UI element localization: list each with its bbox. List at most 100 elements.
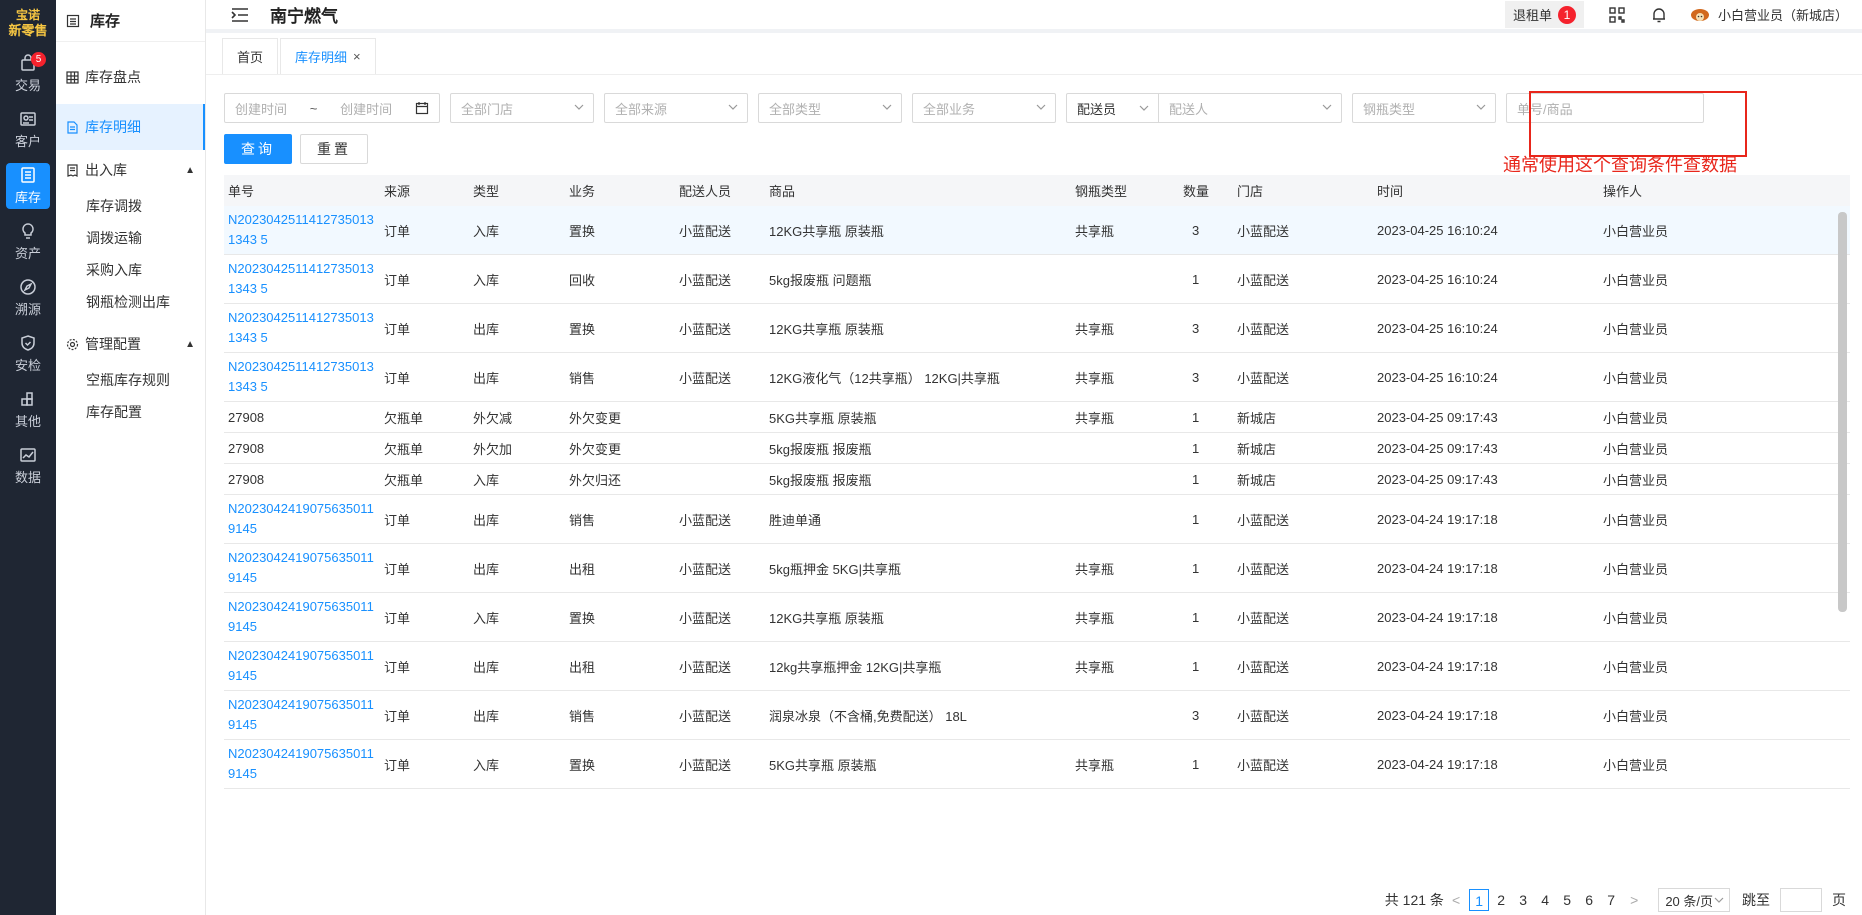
- rail-item-other[interactable]: 其他: [0, 382, 56, 438]
- order-number-cell[interactable]: N20230424190756350119145: [224, 597, 374, 637]
- table-cell: 小白营业员: [1603, 321, 1669, 337]
- table-cell: 小白营业员: [1603, 370, 1669, 386]
- order-number-cell[interactable]: N20230425114127350131343 5: [224, 308, 374, 348]
- sidebar-group-config[interactable]: 管理配置 ▲: [56, 324, 205, 364]
- sidebar-item-stocktake[interactable]: 库存盘点: [56, 54, 205, 100]
- table-row[interactable]: N20230425114127350131343 5 订单 入库 回收 小蓝配送 5kg报…: [224, 255, 1850, 304]
- table-row[interactable]: N20230424190756350119145 订单 出库 出租 小蓝配送 12kg共享…: [224, 642, 1850, 691]
- page-size-value: 20 条/页: [1665, 893, 1713, 909]
- rail-item-assets[interactable]: 资产: [0, 214, 56, 270]
- tab-stock-detail[interactable]: 库存明细 ×: [280, 38, 376, 74]
- courier-type-select[interactable]: 配送员: [1067, 94, 1159, 122]
- reset-button[interactable]: 重置: [300, 134, 368, 164]
- cylinder-type-select[interactable]: 钢瓶类型: [1352, 93, 1496, 123]
- table-cell: 共享瓶: [1075, 321, 1115, 337]
- table-cell: 2023-04-25 16:10:24: [1377, 271, 1498, 287]
- sidebar-subitem[interactable]: 采购入库: [56, 254, 205, 286]
- sidebar-subitem[interactable]: 空瓶库存规则: [56, 364, 205, 396]
- bell-icon[interactable]: [1650, 6, 1668, 24]
- type-select[interactable]: 全部类型: [758, 93, 902, 123]
- user-menu[interactable]: 小白营业员（新城店）: [1690, 5, 1848, 24]
- table-row[interactable]: N20230424190756350119145 订单 出库 销售 小蓝配送 润泉冰泉（不…: [224, 691, 1850, 740]
- store-select[interactable]: 全部门店: [450, 93, 594, 123]
- order-number-cell[interactable]: N20230424190756350119145: [224, 646, 374, 686]
- rail-item-safety[interactable]: 安检: [0, 326, 56, 382]
- column-header: 操作人: [1603, 184, 1643, 199]
- rail-item-trace[interactable]: 溯源: [0, 270, 56, 326]
- menu-fold-icon[interactable]: [230, 7, 250, 23]
- date-range-picker[interactable]: 创建时间 ~ 创建时间: [224, 93, 440, 123]
- prev-page-icon[interactable]: <: [1452, 892, 1460, 908]
- query-button[interactable]: 查询: [224, 134, 292, 164]
- annotation-highlight-box: [1529, 91, 1747, 157]
- table-cell: 小白营业员: [1603, 512, 1669, 528]
- tab-home[interactable]: 首页: [222, 38, 279, 74]
- order-number-cell[interactable]: N20230424190756350119145: [224, 548, 374, 588]
- courier-select[interactable]: 配送人: [1159, 94, 1341, 122]
- table-cell: 小白营业员: [1603, 561, 1669, 577]
- table-cell: 小蓝配送: [1237, 370, 1290, 386]
- rail-item-trade[interactable]: 5 交易: [0, 46, 56, 102]
- stock-detail-table: 单号 来源 类型 业务 配送人员 商品 钢瓶类型 数量 门店 时间 操作人 N2…: [224, 175, 1850, 871]
- refund-orders-button[interactable]: 退租单 1: [1504, 1, 1584, 28]
- sidebar-subitem[interactable]: 库存调拨: [56, 190, 205, 222]
- close-icon[interactable]: ×: [353, 49, 361, 64]
- table-cell: 1: [1192, 471, 1200, 487]
- table-row[interactable]: N20230425114127350131343 5 订单 出库 销售 小蓝配送 12KG…: [224, 353, 1850, 402]
- page-number[interactable]: 1: [1469, 889, 1490, 911]
- chevron-down-icon: [574, 104, 584, 110]
- rail-item-data[interactable]: 数据: [0, 438, 56, 494]
- bulb-icon: [22, 223, 34, 239]
- page-number[interactable]: 4: [1535, 889, 1555, 911]
- table-row[interactable]: 27908 欠瓶单 入库 外欠归还 5kg报废瓶 报废瓶 1 新城店 2023-04-25 0…: [224, 464, 1850, 495]
- table-row[interactable]: 27908 欠瓶单 外欠减 外欠变更 5KG共享瓶 原装瓶 共享瓶 1 新城店 2023-04-…: [224, 402, 1850, 433]
- table-cell: 订单: [384, 610, 411, 626]
- sidebar-subitem[interactable]: 库存配置: [56, 396, 205, 428]
- table-cell: 3: [1192, 222, 1200, 238]
- order-number-cell[interactable]: N20230425114127350131343 5: [224, 357, 374, 397]
- page-number[interactable]: 7: [1601, 889, 1621, 911]
- table-row[interactable]: N20230424190756350119145 订单 出库 销售 小蓝配送 胜迪单通 1 小…: [224, 495, 1850, 544]
- calendar-icon: [415, 102, 429, 115]
- table-cell: 订单: [384, 223, 411, 239]
- page-number[interactable]: 6: [1579, 889, 1599, 911]
- jump-page-input[interactable]: [1780, 888, 1822, 912]
- table-row[interactable]: 27908 欠瓶单 外欠加 外欠变更 5kg报废瓶 报废瓶 1 新城店 2023-04-25 …: [224, 433, 1850, 464]
- logo-subtext: 新零售: [8, 23, 48, 38]
- sidebar-item-stock-detail[interactable]: 库存明细: [56, 104, 205, 150]
- table-cell: 小蓝配送: [679, 370, 732, 386]
- table-row[interactable]: N20230425114127350131343 5 订单 出库 置换 小蓝配送 12KG…: [224, 304, 1850, 353]
- rail-item-customer[interactable]: 客户: [0, 102, 56, 158]
- page-number[interactable]: 5: [1557, 889, 1577, 911]
- page-number[interactable]: 2: [1491, 889, 1511, 911]
- table-scrollbar[interactable]: [1838, 212, 1847, 612]
- rail-label: 数据: [14, 470, 41, 485]
- page-size-select[interactable]: 20 条/页: [1658, 888, 1730, 912]
- order-number-cell[interactable]: N20230424190756350119145: [224, 744, 374, 784]
- table-row[interactable]: N20230424190756350119145 订单 出库 出租 小蓝配送 5kg瓶押金…: [224, 544, 1850, 593]
- sidebar-subitem[interactable]: 调拨运输: [56, 222, 205, 254]
- order-number-cell[interactable]: N20230425114127350131343 5: [224, 259, 374, 299]
- sidebar-group-inout[interactable]: 出入库 ▲: [56, 150, 205, 190]
- table-row[interactable]: N20230425114127350131343 5 订单 入库 置换 小蓝配送 12KG…: [224, 206, 1850, 255]
- table-cell: 共享瓶: [1075, 610, 1115, 626]
- order-number-cell: 27908: [228, 471, 265, 487]
- page-number[interactable]: 3: [1513, 889, 1533, 911]
- start-date-input[interactable]: 创建时间: [235, 99, 287, 118]
- table-cell: 2023-04-25 09:17:43: [1377, 471, 1498, 487]
- table-row[interactable]: N20230424190756350119145 订单 入库 置换 小蓝配送 5KG共享瓶…: [224, 740, 1850, 789]
- column-header: 类型: [473, 184, 500, 199]
- table-cell: 小蓝配送: [679, 757, 732, 773]
- chevron-down-icon: [1322, 104, 1332, 110]
- order-number-cell[interactable]: N20230425114127350131343 5: [224, 210, 374, 250]
- order-number-cell[interactable]: N20230424190756350119145: [224, 499, 374, 539]
- next-page-icon[interactable]: >: [1630, 892, 1638, 908]
- rail-item-inventory[interactable]: 库存: [0, 158, 56, 214]
- business-select[interactable]: 全部业务: [912, 93, 1056, 123]
- source-select[interactable]: 全部来源: [604, 93, 748, 123]
- order-number-cell[interactable]: N20230424190756350119145: [224, 695, 374, 735]
- table-row[interactable]: N20230424190756350119145 订单 入库 置换 小蓝配送 12KG共享…: [224, 593, 1850, 642]
- end-date-input[interactable]: 创建时间: [340, 99, 392, 118]
- qrcode-icon[interactable]: [1608, 6, 1626, 24]
- sidebar-subitem[interactable]: 钢瓶检测出库: [56, 286, 205, 318]
